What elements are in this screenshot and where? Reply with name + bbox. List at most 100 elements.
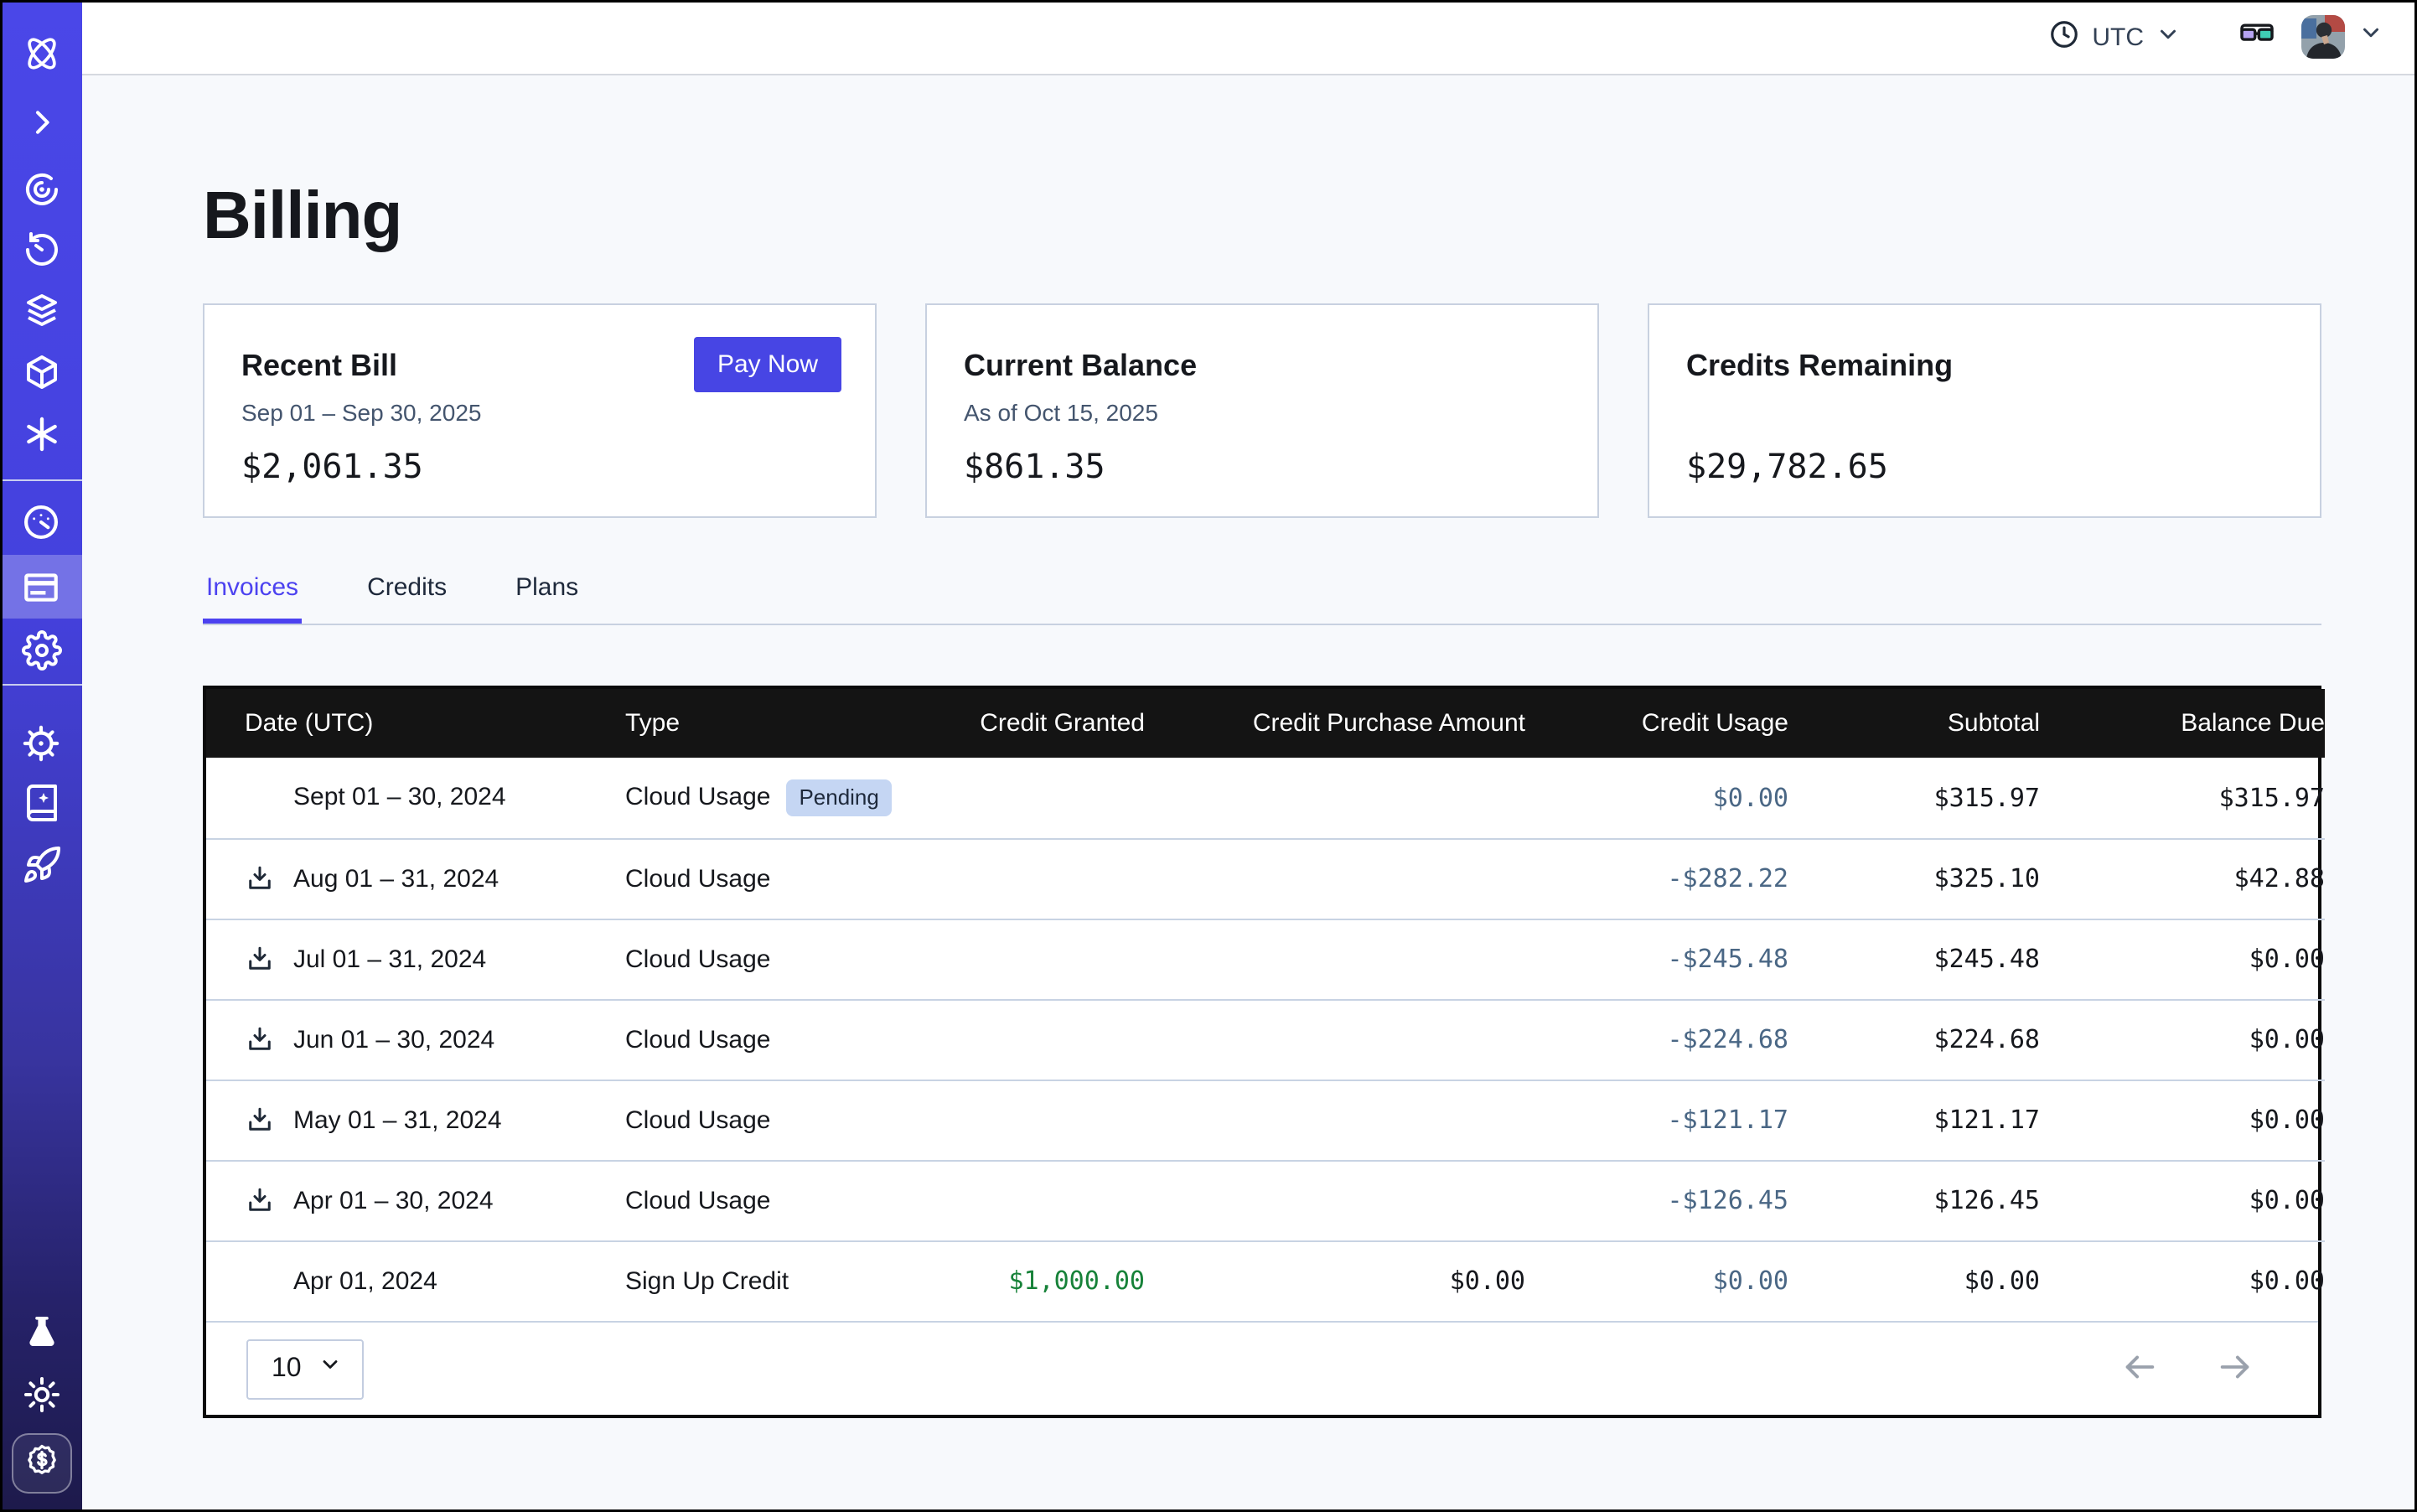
user-menu-chevron[interactable] [2358, 20, 2383, 54]
credits-remaining-amount: $29,782.65 [1686, 446, 1888, 486]
current-balance-amount: $861.35 [964, 446, 1105, 486]
invoice-row: Apr 01 – 30, 2024 Cloud Usage -$126.45 $… [206, 1160, 2325, 1240]
sidebar-item-docs[interactable] [0, 771, 82, 835]
credit-usage-value: -$245.48 [1668, 944, 1789, 974]
tab-plans[interactable]: Plans [512, 573, 582, 624]
card-title: Credits Remaining [1686, 349, 2283, 384]
invoice-type: Cloud Usage [625, 1025, 770, 1054]
timezone-selector[interactable]: UTC [2048, 18, 2181, 56]
pay-now-button[interactable]: Pay Now [694, 337, 841, 392]
settings-gear-icon [21, 630, 61, 671]
balance-due-value: $0.00 [2249, 944, 2325, 974]
tab-credits[interactable]: Credits [364, 573, 450, 624]
arrow-left-icon [2120, 1347, 2159, 1390]
sidebar-item-helm[interactable] [0, 711, 82, 774]
app-window: UTC [0, 0, 2417, 1512]
sidebar-item-layers[interactable] [0, 278, 82, 342]
col-balance-due: Balance Due [2040, 689, 2325, 758]
sidebar-item-launch[interactable] [0, 833, 82, 897]
balance-due-value: $0.00 [2249, 1185, 2325, 1215]
credit-purchase-value: $0.00 [1450, 1266, 1525, 1297]
chevron-down-icon [318, 1353, 342, 1385]
cube-icon [21, 352, 61, 392]
page-size-select[interactable]: 10 [246, 1339, 364, 1399]
invoice-date: Jun 01 – 30, 2024 [293, 1025, 494, 1054]
recent-bill-card: Recent Bill Sep 01 – Sep 30, 2025 $2,061… [203, 303, 877, 518]
subtotal-value: $315.97 [1934, 783, 2040, 813]
subtotal-value: $245.48 [1934, 944, 2040, 974]
download-invoice-button[interactable] [245, 1185, 275, 1215]
sidebar [0, 0, 82, 1512]
subtotal-value: $325.10 [1934, 863, 2040, 893]
sidebar-expand-button[interactable] [0, 91, 82, 154]
invoice-type: Cloud Usage [625, 1186, 770, 1214]
invoice-date: Jul 01 – 31, 2024 [293, 945, 486, 973]
summary-cards: Recent Bill Sep 01 – Sep 30, 2025 $2,061… [203, 303, 2321, 518]
billing-tabs: Invoices Credits Plans [203, 573, 2321, 625]
subtotal-value: $121.17 [1934, 1105, 2040, 1135]
flask-icon [21, 1313, 61, 1353]
sidebar-item-cube[interactable] [0, 340, 82, 404]
balance-as-of: As of Oct 15, 2025 [964, 399, 1560, 426]
table-header-row: Date (UTC) Type Credit Granted Credit Pu… [206, 689, 2325, 758]
sidebar-item-billing[interactable] [0, 555, 82, 619]
invoice-date: Apr 01, 2024 [293, 1267, 437, 1296]
invoice-type: Cloud Usage [625, 1106, 770, 1134]
goggles-icon[interactable] [2238, 13, 2276, 60]
invoice-type: Cloud Usage [625, 945, 770, 973]
download-invoice-button[interactable] [245, 1105, 275, 1135]
invoice-row: Jun 01 – 30, 2024 Cloud Usage -$224.68 $… [206, 999, 2325, 1080]
invoice-type: Cloud Usage [625, 784, 770, 812]
invoice-date: Sept 01 – 30, 2024 [293, 784, 506, 812]
balance-due-value: $315.97 [2219, 783, 2325, 813]
rocket-icon [21, 845, 61, 885]
credit-usage-value: -$282.22 [1668, 863, 1789, 893]
sidebar-item-history[interactable] [0, 218, 82, 282]
next-page-button[interactable] [2216, 1347, 2254, 1390]
balance-due-value: $0.00 [2249, 1266, 2325, 1297]
invoices-panel: Date (UTC) Type Credit Granted Credit Pu… [203, 686, 2321, 1418]
tab-invoices[interactable]: Invoices [203, 573, 302, 624]
credit-granted-value: $1,000.00 [1008, 1266, 1145, 1297]
sidebar-item-labs[interactable] [0, 1301, 82, 1364]
asterisk-icon [21, 414, 61, 454]
invoice-date: May 01 – 31, 2024 [293, 1106, 502, 1134]
credits-dollar-icon [23, 1441, 60, 1486]
layers-icon [21, 290, 61, 330]
timezone-label: UTC [2092, 23, 2144, 51]
invoice-table-body: Sept 01 – 30, 2024 Cloud Usage Pending $… [206, 758, 2325, 1321]
prev-page-button[interactable] [2120, 1347, 2159, 1390]
download-invoice-button[interactable] [245, 944, 275, 974]
subtotal-value: $224.68 [1934, 1024, 2040, 1054]
invoice-date: Apr 01 – 30, 2024 [293, 1186, 494, 1214]
invoice-date: Aug 01 – 31, 2024 [293, 864, 499, 893]
credit-usage-value: -$121.17 [1668, 1105, 1789, 1135]
invoice-type: Cloud Usage [625, 864, 770, 893]
docs-book-icon [21, 783, 61, 823]
invoice-row: May 01 – 31, 2024 Cloud Usage -$121.17 $… [206, 1080, 2325, 1160]
col-credit-usage: Credit Usage [1525, 689, 1788, 758]
col-subtotal: Subtotal [1788, 689, 2040, 758]
download-invoice-button[interactable] [245, 863, 275, 893]
col-type: Type [625, 689, 927, 758]
sidebar-item-insights[interactable] [0, 158, 82, 221]
download-invoice-button[interactable] [245, 1024, 275, 1054]
logo-orbit[interactable] [0, 22, 82, 85]
credits-button[interactable] [11, 1433, 71, 1494]
credit-usage-value: -$224.68 [1668, 1024, 1789, 1054]
col-credit-purchase: Credit Purchase Amount [1145, 689, 1525, 758]
chevron-down-icon [2156, 21, 2181, 53]
avatar[interactable] [2301, 15, 2345, 59]
sidebar-item-usage[interactable] [0, 489, 82, 553]
sidebar-item-theme[interactable] [0, 1363, 82, 1427]
invoices-table: Date (UTC) Type Credit Granted Credit Pu… [206, 689, 2325, 1321]
col-credit-granted: Credit Granted [927, 689, 1145, 758]
sidebar-item-asterisk[interactable] [0, 402, 82, 466]
screen: UTC [0, 0, 2417, 1512]
history-timer-icon [21, 230, 61, 270]
balance-due-value: $0.00 [2249, 1024, 2325, 1054]
col-date: Date (UTC) [206, 689, 625, 758]
usage-gauge-icon [20, 500, 62, 542]
sidebar-item-settings[interactable] [0, 619, 82, 682]
helm-wheel-icon [20, 722, 62, 764]
